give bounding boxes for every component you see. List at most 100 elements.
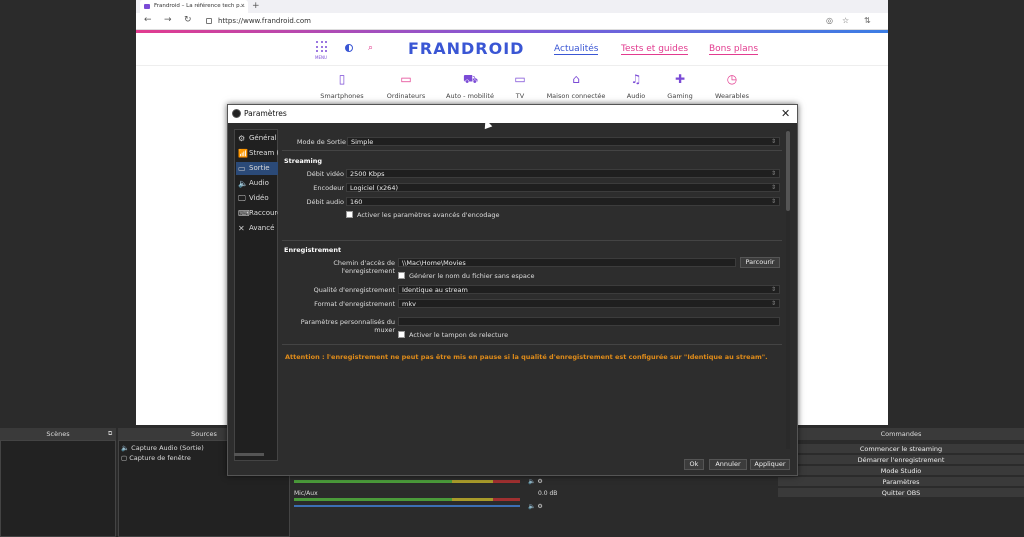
output-icon: ▭	[238, 164, 246, 173]
back-button[interactable]: ←	[144, 15, 152, 25]
nav-output[interactable]: ▭ Sortie	[236, 162, 278, 175]
bookmark-star-icon[interactable]: ☆	[842, 16, 849, 25]
tv-icon: ▭	[514, 72, 526, 86]
divider	[282, 240, 782, 241]
nospace-filename-label: Générer le nom du fichier sans espace	[409, 272, 535, 280]
close-icon[interactable]: ✕	[781, 105, 790, 123]
muxer-settings-input[interactable]	[398, 317, 780, 326]
audio-meter	[294, 498, 520, 501]
divider	[282, 150, 782, 151]
encoder-select[interactable]: Logiciel (x264)	[346, 183, 780, 192]
studio-mode-button[interactable]: Mode Studio	[778, 466, 1024, 476]
commands-dock-title: Commandes	[778, 428, 1024, 440]
menu-label: MENU	[315, 55, 327, 60]
nav-bar: ← → ↻ https://www.frandroid.com ◎ ☆ ⇅	[136, 13, 888, 30]
cancel-button[interactable]: Annuler	[709, 459, 747, 470]
recording-path-input[interactable]: \\Mac\Home\Movies	[398, 258, 736, 267]
video-bitrate-spinbox[interactable]: 2500 Kbps	[346, 169, 780, 178]
speaker-icon: 🔈	[238, 179, 248, 188]
tab-close-icon[interactable]: ×	[240, 0, 245, 13]
ok-button[interactable]: Ok	[684, 459, 704, 470]
audio-meter	[294, 480, 520, 483]
speaker-icon: 🔈	[121, 444, 130, 452]
replay-buffer-label: Activer le tampon de relecture	[409, 331, 509, 339]
watch-icon: ◷	[726, 72, 738, 86]
audio-mixer: 🔈 ⚙ Mic/Aux 0.0 dB 🔈 ⚙	[292, 474, 560, 537]
settings-button[interactable]: Paramètres	[778, 477, 1024, 487]
mixer-track-db: 0.0 dB	[538, 490, 558, 497]
encoder-label: Encodeur	[313, 184, 344, 192]
link-bons-plans[interactable]: Bons plans	[709, 44, 759, 55]
keyboard-icon: ⌨	[238, 209, 250, 218]
nav-scrollbar[interactable]	[234, 453, 264, 456]
forward-button[interactable]: →	[164, 15, 172, 25]
gear-icon: ⚙	[238, 134, 246, 143]
smartphone-icon: ▯	[338, 72, 346, 86]
settings-nav: ⚙ Général 📶 Stream ( ▭ Sortie 🔈 Audio 🖵 Vidéo…	[234, 129, 278, 461]
reader-icon[interactable]: ◎	[826, 16, 833, 25]
gamepad-icon: ✚	[674, 72, 686, 86]
laptop-icon: ▭	[400, 72, 412, 86]
browse-button[interactable]: Parcourir	[740, 257, 780, 268]
start-streaming-button[interactable]: Commencer le streaming	[778, 444, 1024, 454]
obs-logo-icon	[232, 109, 241, 118]
contrast-icon[interactable]	[345, 44, 353, 52]
extensions-icon[interactable]: ⇅	[864, 16, 871, 25]
antenna-icon: 📶	[238, 149, 248, 158]
start-recording-button[interactable]: Démarrer l'enregistrement	[778, 455, 1024, 465]
exit-button[interactable]: Quitter OBS	[778, 488, 1024, 498]
nav-video[interactable]: 🖵 Vidéo	[236, 192, 278, 205]
lock-icon	[206, 18, 212, 24]
url-bar[interactable]: https://www.frandroid.com	[218, 17, 311, 25]
link-tests-guides[interactable]: Tests et guides	[621, 44, 689, 55]
nav-audio[interactable]: 🔈 Audio	[236, 177, 278, 190]
nav-advanced[interactable]: ✕ Avancé	[236, 222, 278, 235]
new-tab-button[interactable]: +	[252, 0, 260, 12]
category-wearables[interactable]: ◷ Wearables	[692, 72, 772, 100]
mixer-controls[interactable]: 🔈 ⚙	[528, 503, 543, 510]
site-logo[interactable]: FRANDROID	[408, 39, 524, 58]
source-item[interactable]: ▢ Capture de fenêtre	[121, 454, 191, 462]
nav-hotkeys[interactable]: ⌨ Raccourc	[236, 207, 278, 220]
muxer-settings-label: Paramètres personnalisés du muxer	[300, 318, 395, 334]
recording-format-select[interactable]: mkv	[398, 299, 780, 308]
recording-quality-label: Qualité d'enregistrement	[313, 286, 395, 294]
nav-stream[interactable]: 📶 Stream (	[236, 147, 278, 160]
dock-float-icon[interactable]: ⧉	[108, 430, 112, 438]
recording-quality-select[interactable]: Identique au stream	[398, 285, 780, 294]
menu-grid-icon[interactable]	[316, 41, 328, 53]
dialog-title: Paramètres	[244, 109, 287, 118]
source-item[interactable]: 🔈 Capture Audio (Sortie)	[121, 444, 204, 452]
output-mode-select[interactable]: Simple	[347, 137, 780, 146]
nav-general[interactable]: ⚙ Général	[236, 132, 278, 145]
nospace-filename-checkbox[interactable]	[398, 272, 405, 279]
pause-warning-text: Attention : l'enregistrement ne peut pas…	[285, 353, 768, 361]
reload-button[interactable]: ↻	[184, 15, 192, 25]
recording-path-label: Chemin d'accès de l'enregistrement	[333, 259, 395, 275]
divider	[282, 344, 782, 345]
scrollbar-thumb[interactable]	[786, 131, 790, 211]
settings-scrollbar[interactable]	[786, 129, 790, 449]
mixer-track-name: Mic/Aux	[294, 490, 318, 497]
monitor-icon: 🖵	[238, 194, 246, 203]
streaming-section-header: Streaming	[284, 157, 323, 165]
car-icon: ⛟	[463, 72, 479, 86]
recording-section-header: Enregistrement	[284, 246, 342, 254]
replay-buffer-checkbox[interactable]	[398, 331, 405, 338]
tab-title: Frandroid – La référence tech p...	[154, 3, 245, 9]
window-icon: ▢	[121, 454, 128, 462]
browser-tab[interactable]: Frandroid – La référence tech p... ×	[140, 0, 248, 13]
volume-fader[interactable]	[294, 505, 520, 507]
audio-bitrate-select[interactable]: 160	[346, 197, 780, 206]
dialog-titlebar[interactable]: Paramètres ✕	[228, 105, 797, 123]
advanced-encoding-checkbox[interactable]	[346, 211, 353, 218]
tab-bar: Frandroid – La référence tech p... × +	[136, 0, 888, 13]
scenes-list[interactable]	[0, 440, 116, 537]
mixer-controls[interactable]: 🔈 ⚙	[528, 478, 543, 485]
settings-dialog: Paramètres ✕ ⚙ Général 📶 Stream ( ▭ Sortie …	[227, 104, 798, 476]
apply-button[interactable]: Appliquer	[750, 459, 790, 470]
link-actualites[interactable]: Actualités	[554, 44, 599, 55]
tools-icon: ✕	[238, 224, 245, 233]
favicon-icon	[144, 4, 150, 9]
search-icon[interactable]: ⌕	[368, 43, 373, 53]
